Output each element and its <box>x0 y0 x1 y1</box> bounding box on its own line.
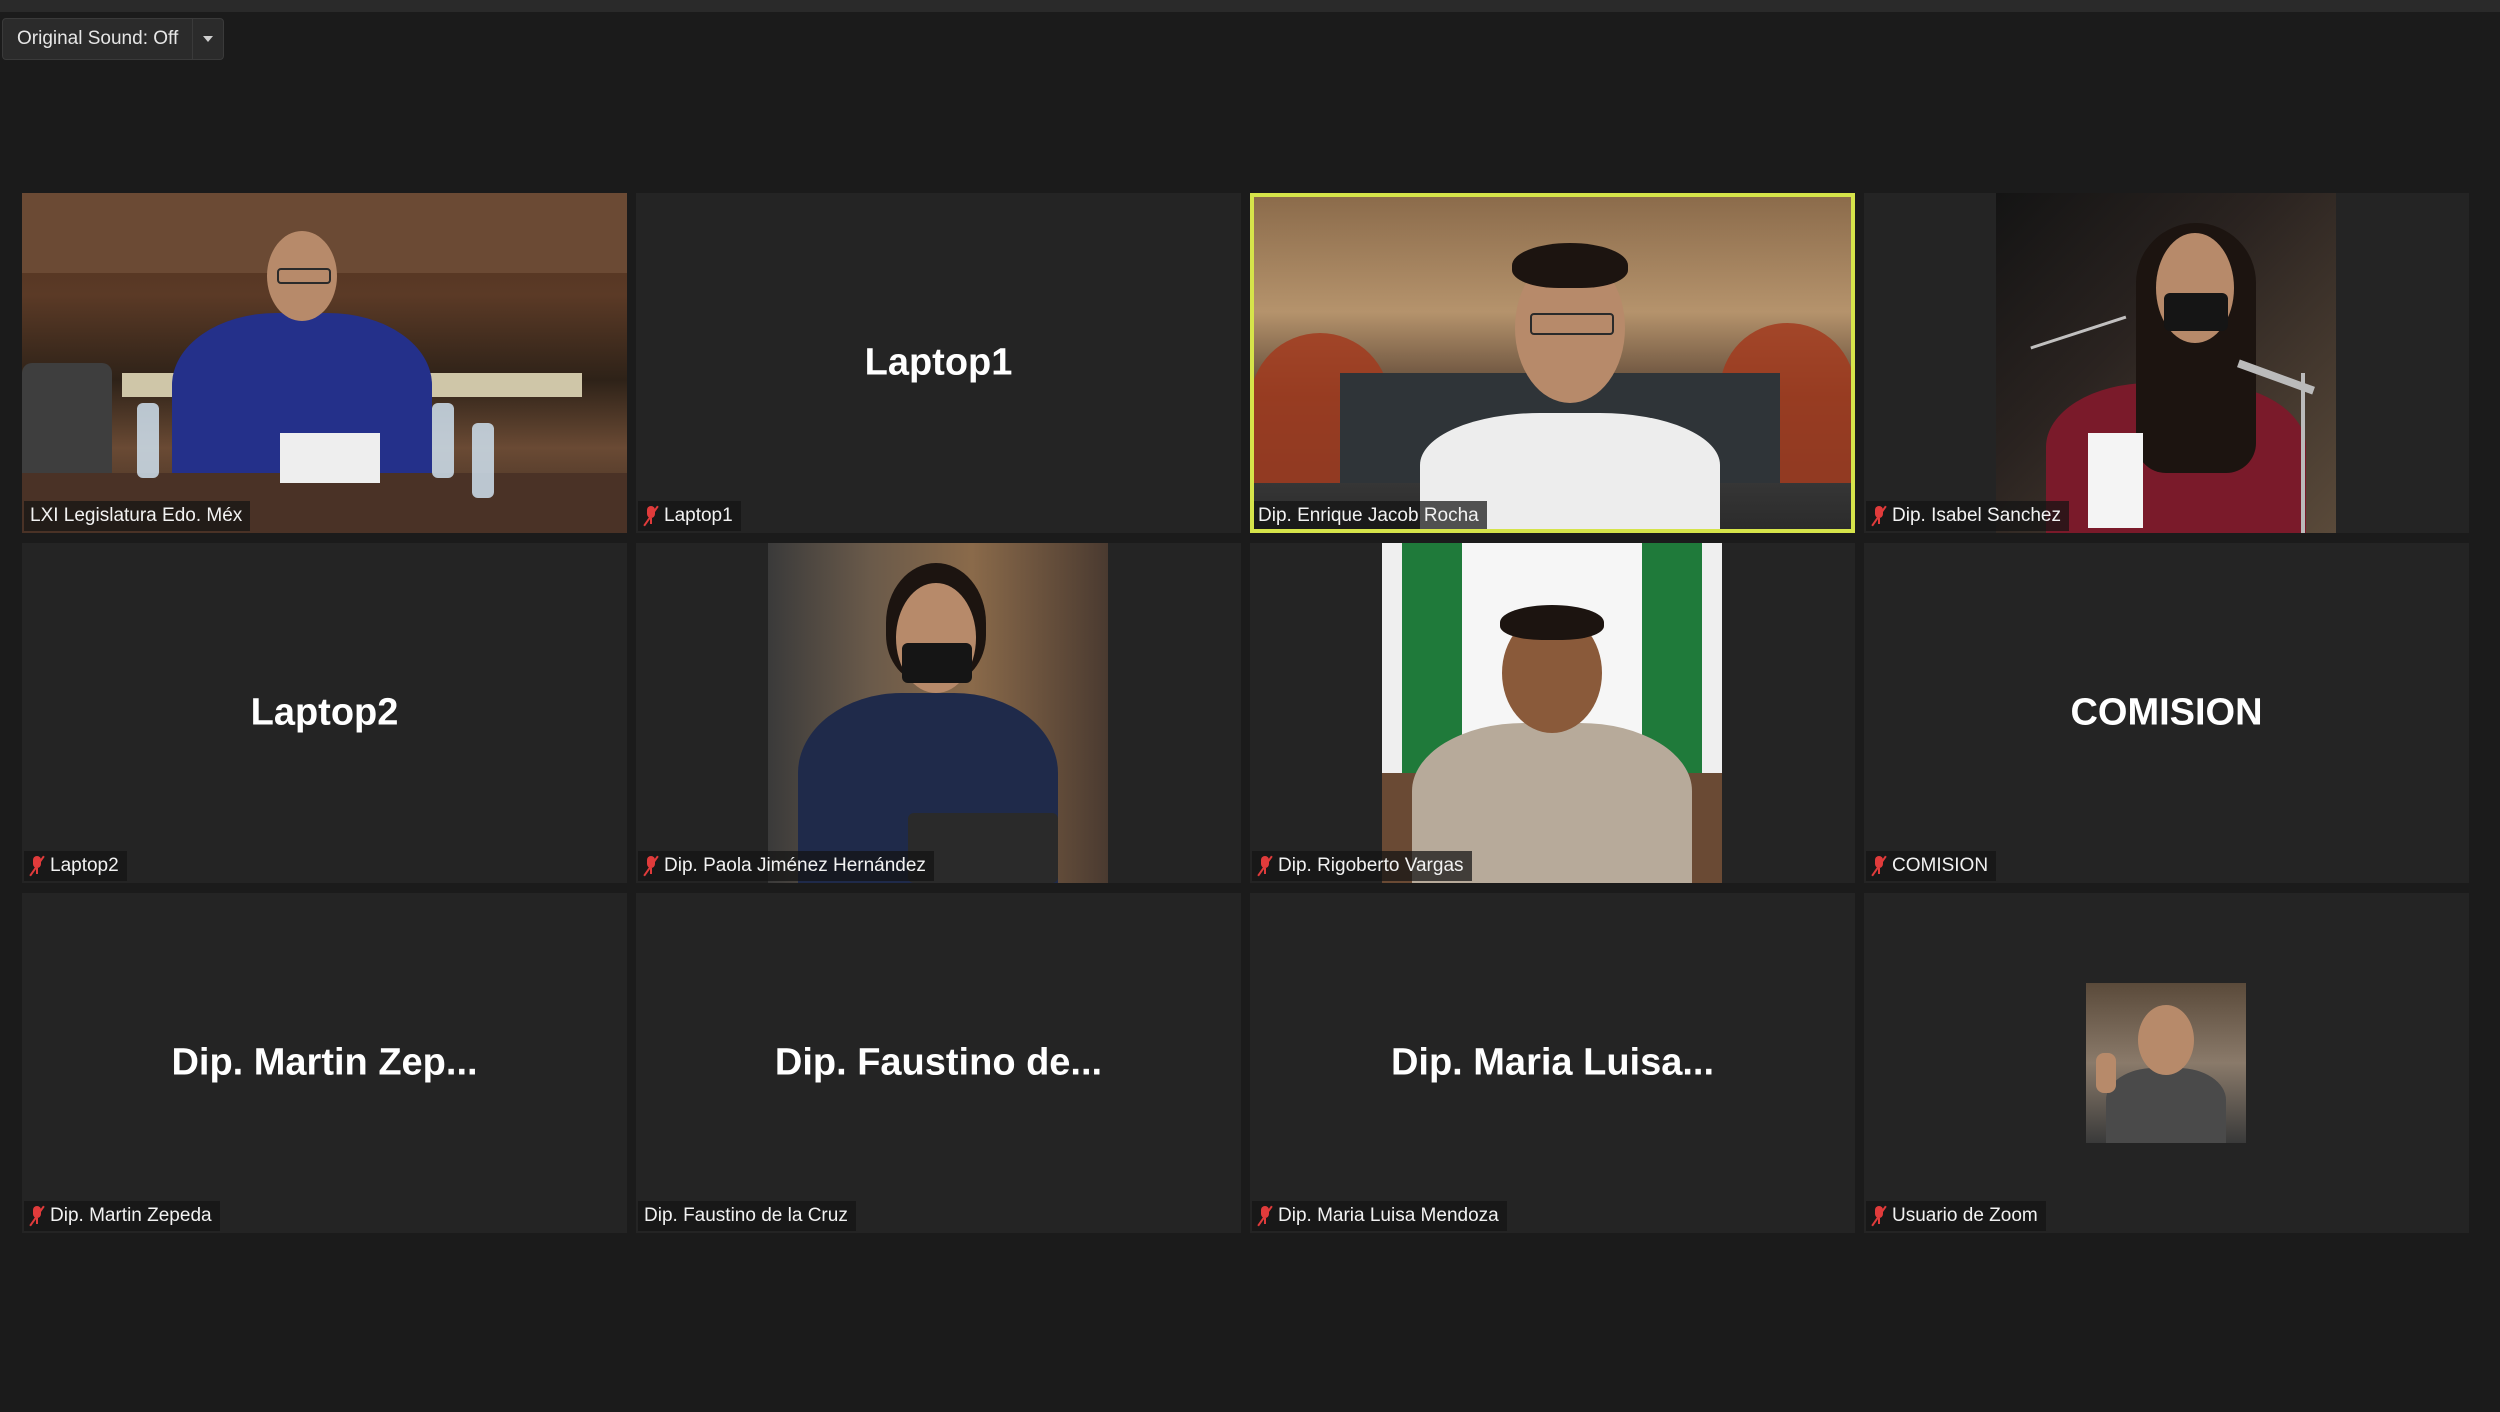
video-feed <box>768 543 1108 883</box>
muted-mic-icon <box>29 1205 45 1227</box>
participant-tile-martin-zepeda[interactable]: Dip. Martin Zep... Dip. Martin Zepeda <box>22 893 627 1233</box>
participant-name-tag: Laptop1 <box>638 501 741 531</box>
participant-display-name: Laptop1 <box>864 341 1013 384</box>
participant-name-tag: Dip. Paola Jiménez Hernández <box>638 851 934 881</box>
participant-name: Dip. Paola Jiménez Hernández <box>664 855 926 876</box>
participant-display-name: Dip. Faustino de... <box>774 1041 1103 1084</box>
participant-name: Dip. Maria Luisa Mendoza <box>1278 1205 1499 1226</box>
participant-name: Dip. Isabel Sanchez <box>1892 505 2061 526</box>
participant-name: Dip. Rigoberto Vargas <box>1278 855 1464 876</box>
participant-name: LXI Legislatura Edo. Méx <box>30 505 243 526</box>
participant-name: Laptop2 <box>50 855 119 876</box>
participant-display-name: COMISION <box>2070 691 2263 734</box>
gallery-view: LXI Legislatura Edo. Méx Laptop1 Laptop1 <box>22 193 2470 1233</box>
muted-mic-icon <box>1257 855 1273 877</box>
participant-display-name: Laptop2 <box>250 691 399 734</box>
participant-name: Dip. Martin Zepeda <box>50 1205 212 1226</box>
participant-name-tag: Usuario de Zoom <box>1866 1201 2046 1231</box>
participant-tile-lxi-legislatura[interactable]: LXI Legislatura Edo. Méx <box>22 193 627 533</box>
participant-name-tag: Dip. Rigoberto Vargas <box>1252 851 1472 881</box>
participant-name-tag: COMISION <box>1866 851 1997 881</box>
muted-mic-icon <box>643 505 659 527</box>
participant-name: Laptop1 <box>664 505 733 526</box>
participant-tile-enrique-jacob-rocha[interactable]: Dip. Enrique Jacob Rocha <box>1250 193 1855 533</box>
muted-mic-icon <box>643 855 659 877</box>
profile-picture <box>2086 983 2246 1143</box>
participant-display-name: Dip. Martin Zep... <box>171 1041 478 1084</box>
muted-mic-icon <box>1871 1205 1887 1227</box>
muted-mic-icon <box>1257 1205 1273 1227</box>
participant-tile-usuario-de-zoom[interactable]: Usuario de Zoom <box>1864 893 2469 1233</box>
participant-name-tag: LXI Legislatura Edo. Méx <box>24 501 251 531</box>
participant-name: Dip. Enrique Jacob Rocha <box>1258 505 1479 526</box>
participant-name-tag: Dip. Maria Luisa Mendoza <box>1252 1201 1507 1231</box>
participant-tile-paola-jimenez[interactable]: Dip. Paola Jiménez Hernández <box>636 543 1241 883</box>
participant-name-tag: Dip. Martin Zepeda <box>24 1201 220 1231</box>
muted-mic-icon <box>29 855 45 877</box>
participant-tile-rigoberto-vargas[interactable]: Dip. Rigoberto Vargas <box>1250 543 1855 883</box>
participant-tile-faustino-de-la-cruz[interactable]: Dip. Faustino de... Dip. Faustino de la … <box>636 893 1241 1233</box>
video-feed <box>22 193 627 533</box>
participant-tile-laptop2[interactable]: Laptop2 Laptop2 <box>22 543 627 883</box>
video-feed <box>1382 543 1722 883</box>
participant-name: COMISION <box>1892 855 1989 876</box>
zoom-meeting-window: Original Sound: Off LXI Legislatura Edo. <box>0 0 2500 1412</box>
video-feed <box>1250 193 1855 533</box>
original-sound-control[interactable]: Original Sound: Off <box>2 18 225 60</box>
participant-tile-laptop1[interactable]: Laptop1 Laptop1 <box>636 193 1241 533</box>
video-feed <box>1996 193 2336 533</box>
participant-tile-comision[interactable]: COMISION COMISION <box>1864 543 2469 883</box>
participant-display-name: Dip. Maria Luisa... <box>1390 1041 1715 1084</box>
participant-name-tag: Dip. Enrique Jacob Rocha <box>1252 501 1487 531</box>
participant-tile-maria-luisa-mendoza[interactable]: Dip. Maria Luisa... Dip. Maria Luisa Men… <box>1250 893 1855 1233</box>
participant-tile-isabel-sanchez[interactable]: Dip. Isabel Sanchez <box>1864 193 2469 533</box>
muted-mic-icon <box>1871 855 1887 877</box>
top-strip <box>0 0 2500 12</box>
participant-name-tag: Dip. Isabel Sanchez <box>1866 501 2069 531</box>
muted-mic-icon <box>1871 505 1887 527</box>
participant-name: Dip. Faustino de la Cruz <box>644 1205 848 1226</box>
participant-name-tag: Laptop2 <box>24 851 127 881</box>
original-sound-button[interactable]: Original Sound: Off <box>3 19 194 59</box>
participant-name: Usuario de Zoom <box>1892 1205 2038 1226</box>
chevron-down-icon[interactable] <box>193 19 223 59</box>
participant-name-tag: Dip. Faustino de la Cruz <box>638 1201 856 1231</box>
